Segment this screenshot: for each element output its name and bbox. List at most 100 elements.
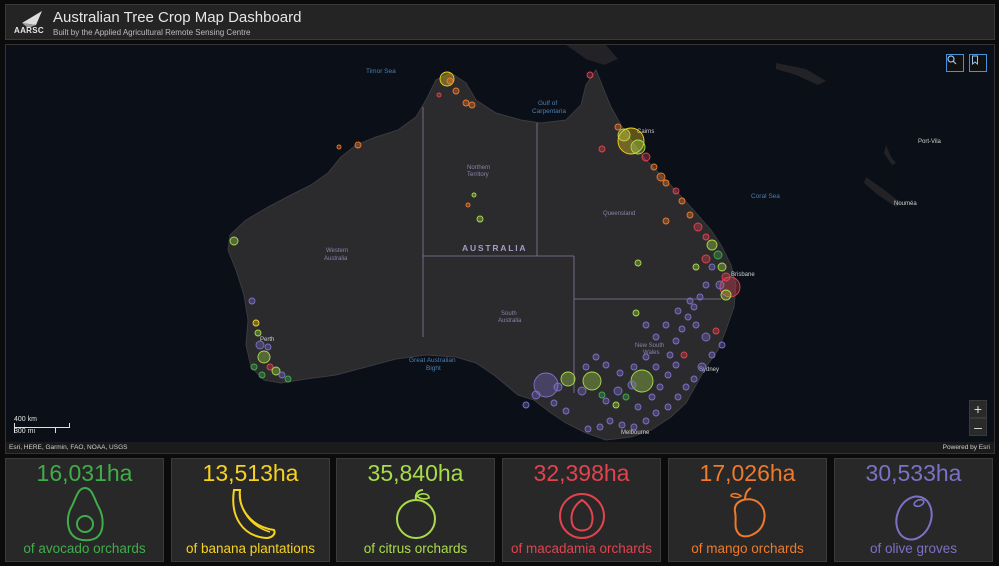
- crop-point[interactable]: [630, 139, 646, 155]
- crop-point[interactable]: [690, 375, 698, 383]
- crop-point[interactable]: [550, 399, 558, 407]
- crop-point[interactable]: [708, 351, 716, 359]
- crop-point[interactable]: [627, 380, 637, 390]
- crop-point[interactable]: [664, 371, 672, 379]
- map-view[interactable]: Timor Sea Gulf of Carpentaria Coral Sea …: [5, 44, 995, 454]
- crop-point[interactable]: [696, 293, 704, 301]
- crop-point[interactable]: [634, 403, 642, 411]
- crop-point[interactable]: [598, 145, 606, 153]
- crop-point[interactable]: [602, 361, 610, 369]
- powered-by-esri-link[interactable]: Powered by Esri: [943, 444, 990, 451]
- crop-point[interactable]: [666, 351, 674, 359]
- crop-point[interactable]: [678, 197, 686, 205]
- crop-point[interactable]: [476, 215, 484, 223]
- crop-point[interactable]: [701, 254, 711, 264]
- crop-point[interactable]: [255, 340, 265, 350]
- crop-point[interactable]: [257, 350, 271, 364]
- crop-point[interactable]: [692, 263, 700, 271]
- crop-point[interactable]: [278, 371, 286, 379]
- crop-point[interactable]: [577, 386, 587, 396]
- crop-point[interactable]: [613, 386, 623, 396]
- crop-point[interactable]: [672, 187, 680, 195]
- crop-point[interactable]: [662, 179, 670, 187]
- crop-point[interactable]: [697, 362, 707, 372]
- map-bookmark-button[interactable]: [969, 54, 987, 72]
- crop-point[interactable]: [618, 421, 626, 429]
- crop-point[interactable]: [674, 307, 682, 315]
- crop-point[interactable]: [465, 202, 471, 208]
- crop-point[interactable]: [642, 353, 650, 361]
- crop-point[interactable]: [598, 391, 606, 399]
- crop-point[interactable]: [452, 87, 460, 95]
- crop-point[interactable]: [560, 371, 576, 387]
- crop-point[interactable]: [586, 71, 594, 79]
- crop-point[interactable]: [648, 393, 656, 401]
- crop-point[interactable]: [531, 390, 541, 400]
- crop-point[interactable]: [264, 343, 272, 351]
- crop-point[interactable]: [702, 281, 710, 289]
- crop-point[interactable]: [718, 341, 726, 349]
- crop-point[interactable]: [664, 403, 672, 411]
- crop-point[interactable]: [630, 423, 638, 431]
- crop-point[interactable]: [616, 369, 624, 377]
- crop-point[interactable]: [692, 321, 700, 329]
- crop-point[interactable]: [462, 99, 470, 107]
- crop-point[interactable]: [336, 144, 342, 150]
- crop-point[interactable]: [662, 321, 670, 329]
- crop-point[interactable]: [614, 123, 622, 131]
- crop-point[interactable]: [248, 297, 256, 305]
- crop-point[interactable]: [446, 77, 454, 85]
- crop-point[interactable]: [582, 363, 590, 371]
- crop-point[interactable]: [582, 371, 602, 391]
- crop-point[interactable]: [641, 152, 651, 162]
- crop-point[interactable]: [713, 250, 723, 260]
- crop-point[interactable]: [258, 371, 266, 379]
- crop-point[interactable]: [284, 375, 292, 383]
- crop-point[interactable]: [642, 417, 650, 425]
- crop-point[interactable]: [468, 101, 476, 109]
- crop-point[interactable]: [634, 259, 642, 267]
- crop-point[interactable]: [680, 351, 688, 359]
- crop-point[interactable]: [708, 263, 716, 271]
- map-search-button[interactable]: [946, 54, 964, 72]
- crop-point[interactable]: [686, 211, 694, 219]
- crop-point[interactable]: [701, 332, 711, 342]
- crop-point[interactable]: [652, 363, 660, 371]
- crop-point[interactable]: [354, 141, 362, 149]
- crop-point[interactable]: [674, 393, 682, 401]
- crop-point[interactable]: [686, 297, 694, 305]
- crop-point[interactable]: [690, 303, 698, 311]
- crop-point[interactable]: [596, 423, 604, 431]
- crop-point[interactable]: [606, 417, 614, 425]
- crop-point[interactable]: [684, 313, 692, 321]
- crop-point[interactable]: [652, 333, 660, 341]
- crop-point[interactable]: [471, 192, 477, 198]
- crop-point[interactable]: [254, 329, 262, 337]
- crop-point[interactable]: [250, 363, 258, 371]
- crop-point[interactable]: [632, 309, 640, 317]
- crop-point[interactable]: [622, 393, 630, 401]
- zoom-out-button[interactable]: –: [969, 418, 987, 436]
- map-canvas[interactable]: Timor Sea Gulf of Carpentaria Coral Sea …: [6, 45, 995, 454]
- crop-point[interactable]: [229, 236, 239, 246]
- crop-point[interactable]: [717, 262, 727, 272]
- crop-point[interactable]: [706, 239, 718, 251]
- crop-point[interactable]: [678, 325, 686, 333]
- crop-point[interactable]: [602, 397, 610, 405]
- crop-point[interactable]: [702, 233, 710, 241]
- crop-point[interactable]: [712, 327, 720, 335]
- crop-point[interactable]: [656, 172, 666, 182]
- zoom-in-button[interactable]: +: [969, 400, 987, 418]
- crop-point[interactable]: [650, 163, 658, 171]
- crop-point[interactable]: [592, 353, 600, 361]
- crop-point[interactable]: [656, 383, 664, 391]
- crop-point[interactable]: [720, 289, 732, 301]
- crop-point[interactable]: [682, 383, 690, 391]
- crop-point[interactable]: [436, 92, 442, 98]
- crop-point[interactable]: [584, 425, 592, 433]
- crop-point[interactable]: [672, 361, 680, 369]
- crop-point[interactable]: [662, 217, 670, 225]
- crop-point[interactable]: [630, 363, 638, 371]
- crop-point[interactable]: [715, 280, 725, 290]
- crop-point[interactable]: [562, 407, 570, 415]
